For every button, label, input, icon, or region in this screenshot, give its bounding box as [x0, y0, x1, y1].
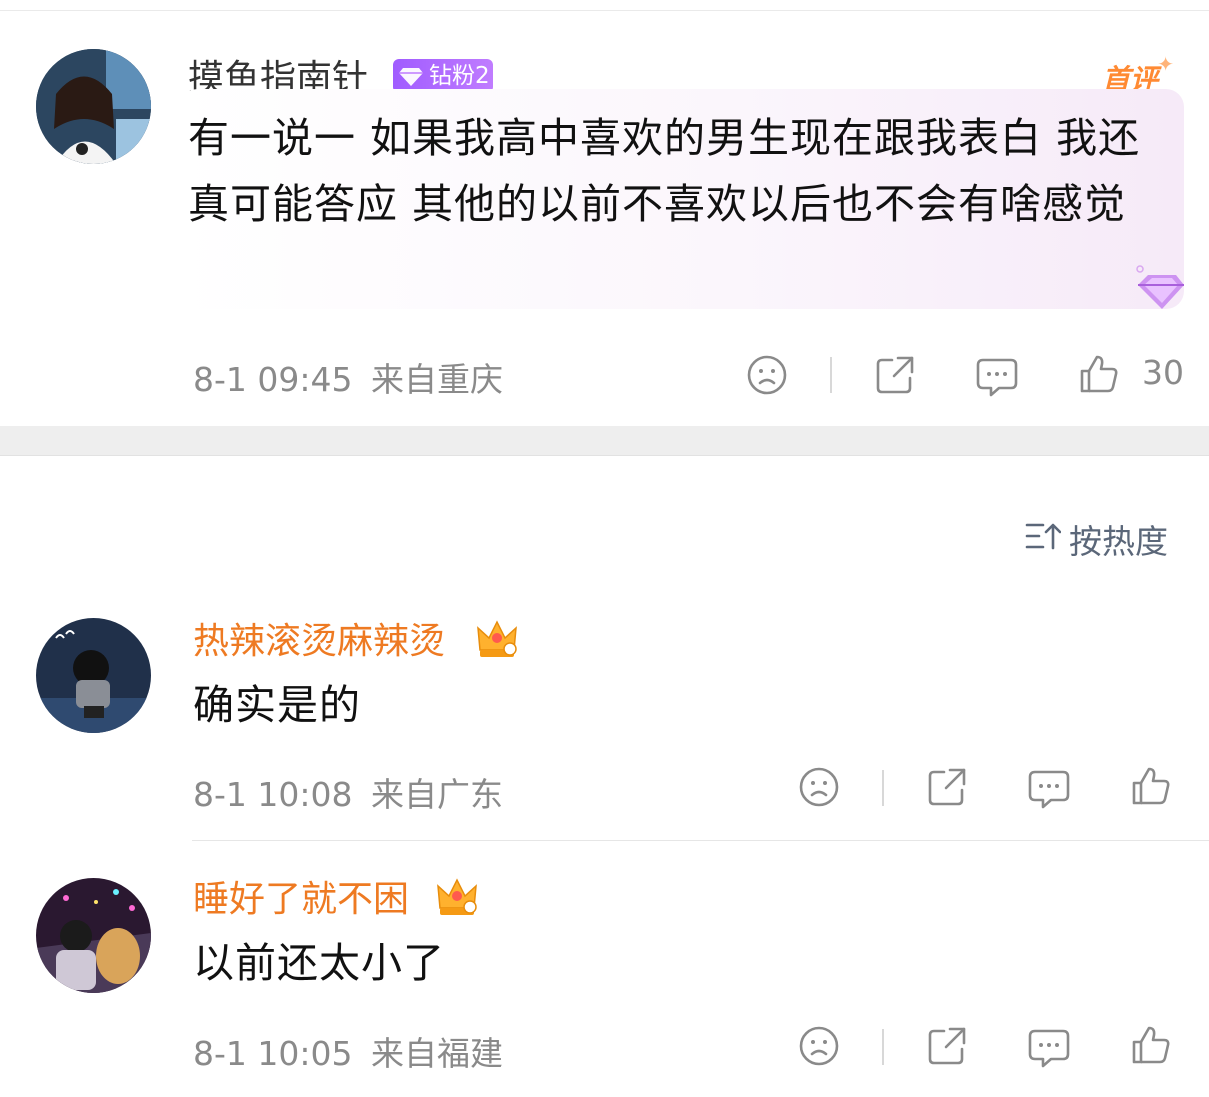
sort-icon [1025, 523, 1061, 550]
reply-button[interactable] [1027, 1027, 1071, 1069]
reply-divider [192, 840, 1209, 841]
reply-button[interactable] [975, 356, 1019, 398]
crown-icon [437, 878, 477, 915]
thumbs-up-icon [1132, 767, 1170, 805]
sort-label: 按热度 [1069, 522, 1168, 561]
sad-face-icon [747, 355, 787, 395]
thumbs-up-icon [1132, 1026, 1170, 1064]
share-icon [928, 768, 966, 806]
share-icon [928, 1027, 966, 1065]
reply-text: 以前还太小了 [193, 939, 445, 987]
username[interactable]: 睡好了就不困 [193, 878, 409, 922]
reply-text: 确实是的 [193, 681, 361, 729]
like-button[interactable] [1078, 353, 1120, 395]
dislike-button[interactable] [798, 766, 840, 808]
like-button[interactable] [1130, 1024, 1172, 1066]
main-comment: 摸鱼指南针 钻粉2 首评 ✦ 有一说一 如果我高中喜欢的男生现在跟我表白 我还真… [0, 11, 1209, 426]
badge-label: 钻粉2 [429, 63, 490, 89]
dislike-button[interactable] [746, 354, 788, 396]
avatar[interactable] [36, 49, 151, 164]
sad-face-icon [799, 767, 839, 807]
comment-meta: 8-1 09:45 来自重庆 [193, 353, 503, 401]
avatar[interactable] [36, 878, 151, 993]
share-button[interactable] [874, 354, 916, 396]
like-button[interactable] [1130, 765, 1172, 807]
divider [882, 770, 884, 806]
timestamp: 8-1 09:45 [193, 360, 353, 399]
reply-button[interactable] [1027, 768, 1071, 810]
divider [830, 357, 832, 393]
diamond-icon [399, 68, 423, 86]
comment-icon [1028, 770, 1070, 809]
location: 来自福建 [371, 1034, 503, 1073]
thumbs-up-icon [1080, 355, 1118, 393]
username[interactable]: 热辣滚烫麻辣烫 [193, 620, 445, 664]
avatar[interactable] [36, 618, 151, 733]
timestamp: 8-1 10:08 [193, 775, 353, 814]
divider [882, 1029, 884, 1065]
timestamp: 8-1 10:05 [193, 1034, 353, 1073]
comment-icon [976, 358, 1018, 397]
share-button[interactable] [926, 766, 968, 808]
comment-icon [1028, 1029, 1070, 1068]
location: 来自重庆 [371, 360, 503, 399]
location: 来自广东 [371, 775, 503, 814]
diamond-icon [1136, 265, 1184, 309]
sparkle-icon: ✦ [1157, 52, 1175, 76]
reply-meta: 8-1 10:08 来自广东 [193, 768, 503, 816]
sad-face-icon [799, 1026, 839, 1066]
share-button[interactable] [926, 1025, 968, 1067]
crown-icon [477, 620, 517, 657]
reply-meta: 8-1 10:05 来自福建 [193, 1027, 503, 1075]
comment-text: 有一说一 如果我高中喜欢的男生现在跟我表白 我还真可能答应 其他的以前不喜欢以后… [188, 114, 1141, 228]
like-count: 30 [1142, 353, 1184, 392]
dislike-button[interactable] [798, 1025, 840, 1067]
share-icon [876, 356, 914, 394]
section-separator [0, 426, 1209, 456]
fan-badge[interactable]: 钻粉2 [393, 59, 493, 93]
